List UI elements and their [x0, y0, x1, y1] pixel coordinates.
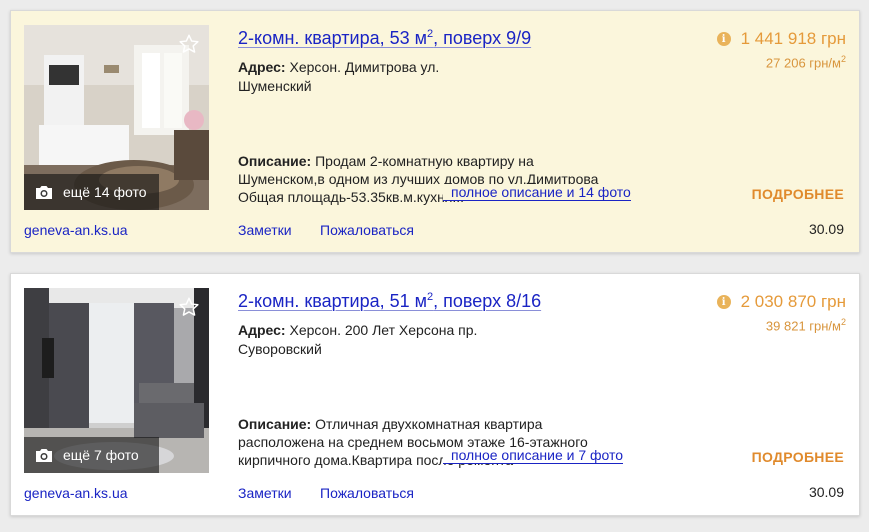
- district-value: Суворовский: [238, 341, 322, 357]
- address-block: Адрес: Херсон. Димитрова ул. Шуменский: [238, 58, 498, 96]
- price: i 1 441 918 грн: [716, 29, 846, 49]
- info-icon[interactable]: i: [716, 32, 731, 46]
- listing-photo[interactable]: ещё 7 фото: [24, 288, 209, 473]
- address-value: Херсон. Димитрова ул.: [289, 59, 440, 75]
- full-description-link[interactable]: полное описание и 7 фото: [443, 447, 624, 464]
- price-value: 2 030 870 грн: [740, 292, 846, 311]
- camera-icon: [36, 186, 52, 199]
- listing-card: ещё 7 фото 2-комн. квартира, 51 м2, пове…: [10, 273, 860, 516]
- price: i 2 030 870 грн: [716, 292, 846, 312]
- listing-title-link[interactable]: 2-комн. квартира, 51 м2, поверх 8/16: [238, 291, 541, 312]
- title-text: 2-комн. квартира, 53 м: [238, 28, 427, 48]
- complain-link[interactable]: Пожаловаться: [320, 222, 414, 238]
- info-icon[interactable]: i: [716, 295, 731, 309]
- camera-icon: [36, 449, 52, 462]
- price-per-meter: 39 821 грн/м2: [766, 317, 846, 333]
- price-per-meter-value: 39 821 грн/м: [765, 318, 841, 334]
- listing-card: ещё 14 фото 2-комн. квартира, 53 м2, пов…: [10, 10, 860, 253]
- description-label: Описание:: [238, 416, 312, 432]
- title-suffix: , поверх 9/9: [433, 28, 532, 48]
- more-photos-badge[interactable]: ещё 7 фото: [24, 437, 159, 473]
- price-per-meter-sup: 2: [840, 317, 846, 327]
- source-link[interactable]: geneva-an.ks.ua: [24, 222, 128, 238]
- price-per-meter: 27 206 грн/м2: [766, 54, 846, 70]
- address-label: Адрес:: [238, 322, 286, 338]
- source-link[interactable]: geneva-an.ks.ua: [24, 485, 128, 501]
- district-value: Шуменский: [238, 78, 312, 94]
- address-value: Херсон. 200 Лет Херсона пр.: [289, 322, 478, 338]
- notes-link[interactable]: Заметки: [238, 485, 292, 501]
- description-label: Описание:: [238, 153, 312, 169]
- listing-date: 30.09: [808, 484, 844, 500]
- listing-photo[interactable]: ещё 14 фото: [24, 25, 209, 210]
- complain-link[interactable]: Пожаловаться: [320, 485, 414, 501]
- favorite-star-icon[interactable]: [178, 33, 200, 55]
- price-per-meter-value: 27 206 грн/м: [765, 55, 841, 71]
- address-label: Адрес:: [238, 59, 286, 75]
- listing-date: 30.09: [808, 221, 844, 237]
- listing-title-link[interactable]: 2-комн. квартира, 53 м2, поверх 9/9: [238, 28, 531, 49]
- address-block: Адрес: Херсон. 200 Лет Херсона пр. Сувор…: [238, 321, 498, 359]
- full-description-link[interactable]: полное описание и 14 фото: [443, 184, 631, 201]
- title-text: 2-комн. квартира, 51 м: [238, 291, 427, 311]
- favorite-star-icon[interactable]: [178, 296, 200, 318]
- details-button[interactable]: ПОДРОБНЕЕ: [752, 449, 844, 465]
- more-photos-label: ещё 7 фото: [63, 447, 139, 463]
- title-suffix: , поверх 8/16: [433, 291, 542, 311]
- price-value: 1 441 918 грн: [740, 29, 846, 48]
- more-photos-label: ещё 14 фото: [63, 184, 147, 200]
- notes-link[interactable]: Заметки: [238, 222, 292, 238]
- price-per-meter-sup: 2: [840, 54, 846, 64]
- details-button[interactable]: ПОДРОБНЕЕ: [752, 186, 844, 202]
- more-photos-badge[interactable]: ещё 14 фото: [24, 174, 159, 210]
